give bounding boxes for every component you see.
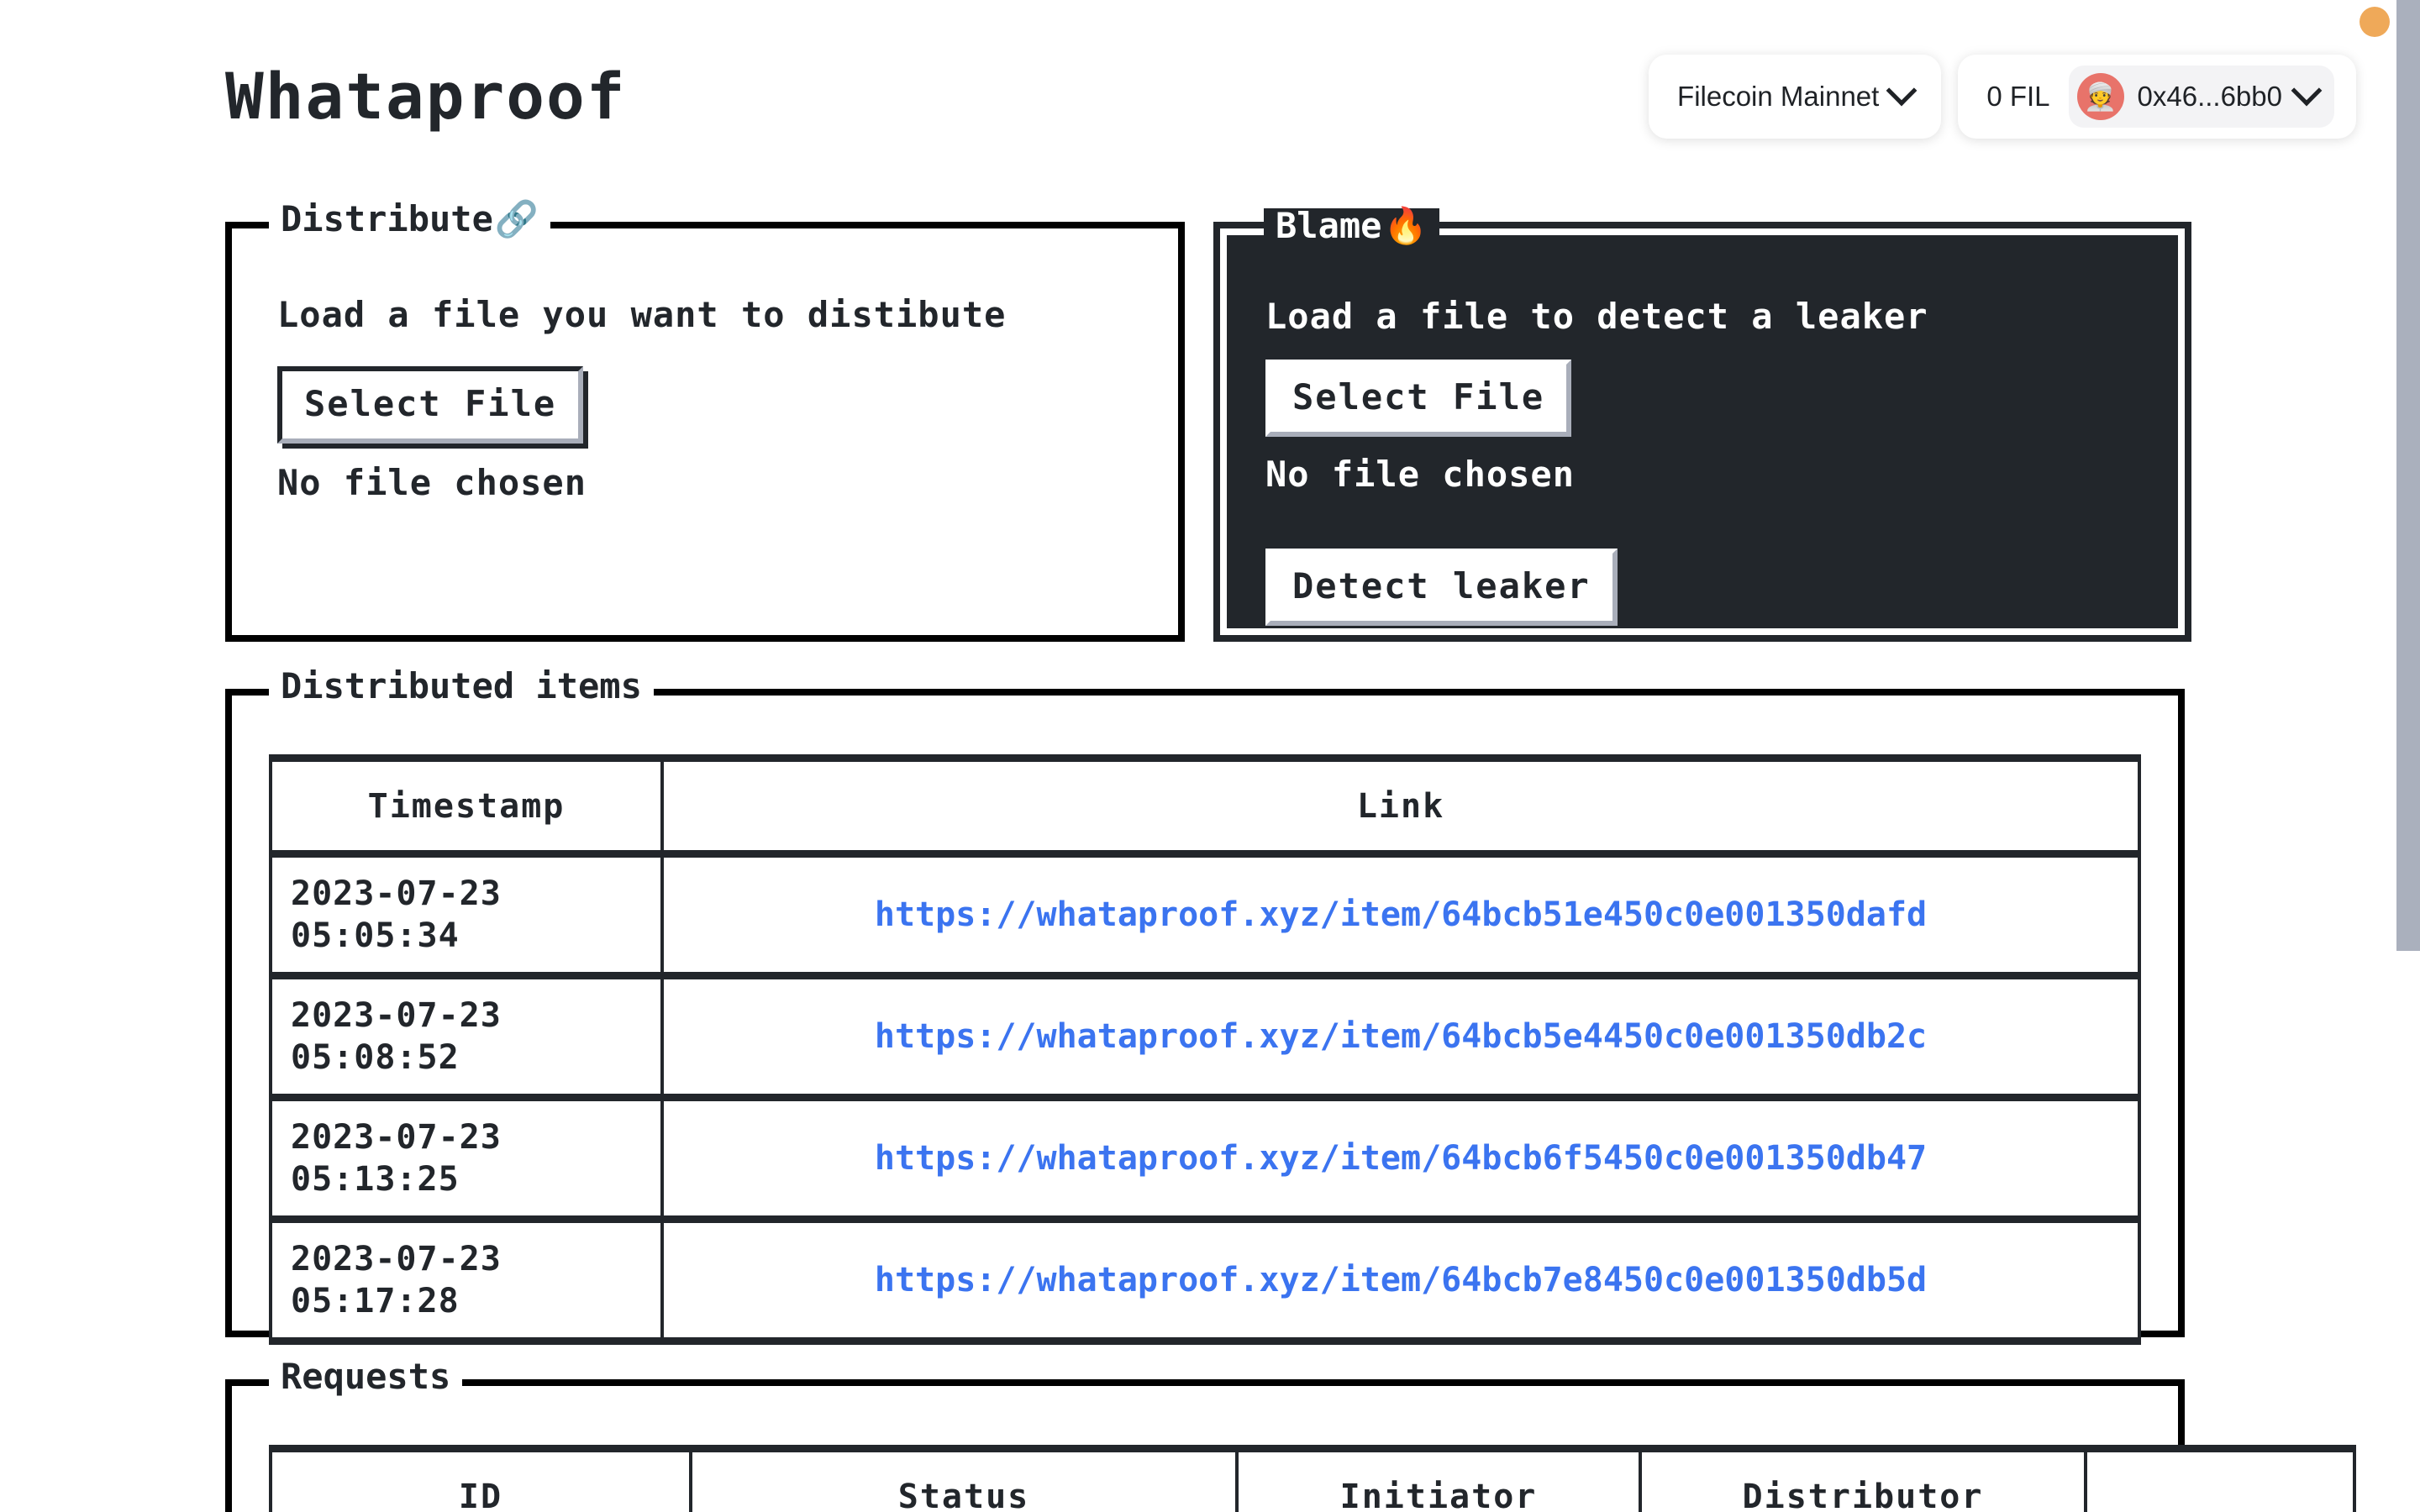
cell-link: https://whataproof.xyz/item/64bcb6f5450c… <box>660 1094 2141 1223</box>
blame-panel: Blame 🔥 Load a file to detect a leaker S… <box>1220 208 2185 635</box>
page-title: Whataproof <box>225 59 627 134</box>
cell-link: https://whataproof.xyz/item/64bcb7e8450c… <box>660 1215 2141 1345</box>
requests-panel: Requests ID Status Initiator Distributor <box>225 1359 2356 1512</box>
timestamp-time: 05:05:34 <box>291 916 460 955</box>
column-header-distributor: Distributor <box>1639 1445 2087 1512</box>
table-header-row: Timestamp Link <box>269 754 2141 858</box>
link-icon: 🔗 <box>494 198 539 239</box>
cell-timestamp: 2023-07-23 05:05:34 <box>269 850 664 979</box>
avatar-emoji-icon: 👳 <box>2083 81 2118 112</box>
distributed-items-table: Timestamp Link 2023-07-23 05:05:34 https:/… <box>269 754 2141 1345</box>
distribute-description: Load a file you want to distibute <box>277 294 1007 335</box>
blame-file-status: No file chosen <box>1265 453 1576 495</box>
table-row: 2023-07-23 05:13:25 https://whataproof.xyz… <box>269 1094 2141 1223</box>
distribute-panel: Distribute 🔗 Load a file you want to dis… <box>225 202 1185 642</box>
blame-select-file-button[interactable]: Select File <box>1265 359 1572 437</box>
timestamp-date: 2023-07-23 <box>291 996 502 1035</box>
cell-timestamp: 2023-07-23 05:08:52 <box>269 972 664 1101</box>
blame-description: Load a file to detect a leaker <box>1265 296 1928 337</box>
distributed-items-legend: Distributed items <box>269 669 654 704</box>
distribute-file-status: No file chosen <box>277 461 587 503</box>
column-header-link: Link <box>660 754 2141 858</box>
distribute-panel-legend-label: Distribute <box>281 198 493 239</box>
app-root: Whataproof Filecoin Mainnet 0 FIL 👳 0x46… <box>0 0 2420 1512</box>
distributed-items-table-wrap: Timestamp Link 2023-07-23 05:05:34 https:/… <box>232 696 2178 1368</box>
page-scrollbar-track[interactable] <box>2396 0 2420 1512</box>
timestamp-time: 05:08:52 <box>291 1038 460 1077</box>
requests-table: ID Status Initiator Distributor <box>269 1445 2356 1512</box>
wallet-balance: 0 FIL <box>1986 81 2050 112</box>
table-header-row: ID Status Initiator Distributor <box>269 1445 2356 1512</box>
notification-dot-icon <box>2360 7 2390 37</box>
item-link[interactable]: https://whataproof.xyz/item/64bcb5e4450c… <box>875 1017 1927 1056</box>
chevron-down-icon <box>2291 75 2323 107</box>
app-header: Whataproof Filecoin Mainnet 0 FIL 👳 0x46… <box>0 0 2396 193</box>
requests-table-wrap: ID Status Initiator Distributor <box>232 1386 2356 1512</box>
table-row: 2023-07-23 05:05:34 https://whataproof.xyz… <box>269 850 2141 979</box>
distribute-panel-legend: Distribute 🔗 <box>269 198 551 239</box>
timestamp-date: 2023-07-23 <box>291 874 502 913</box>
distributed-items-table-head: Timestamp Link <box>269 754 2141 858</box>
timestamp-time: 05:17:28 <box>291 1282 460 1320</box>
distribute-select-file-button[interactable]: Select File <box>277 365 584 444</box>
network-selector-label: Filecoin Mainnet <box>1677 81 1880 112</box>
item-link[interactable]: https://whataproof.xyz/item/64bcb6f5450c… <box>875 1139 1927 1178</box>
requests-table-head: ID Status Initiator Distributor <box>269 1445 2356 1512</box>
item-link[interactable]: https://whataproof.xyz/item/64bcb51e450c… <box>875 895 1927 934</box>
cell-timestamp: 2023-07-23 05:13:25 <box>269 1094 664 1223</box>
requests-legend: Requests <box>269 1359 463 1394</box>
account-button[interactable]: 👳 0x46...6bb0 <box>2068 66 2334 128</box>
avatar: 👳 <box>2076 73 2124 120</box>
chevron-down-icon <box>1886 75 1918 107</box>
timestamp-date: 2023-07-23 <box>291 1240 502 1278</box>
page-scrollbar-thumb[interactable] <box>2396 0 2420 951</box>
table-row: 2023-07-23 05:08:52 https://whataproof.xyz… <box>269 972 2141 1101</box>
distribute-panel-body: Load a file you want to distibute Select… <box>232 228 1178 537</box>
detect-leaker-button[interactable]: Detect leaker <box>1265 548 1618 627</box>
column-header-id: ID <box>269 1445 692 1512</box>
item-link[interactable]: https://whataproof.xyz/item/64bcb7e8450c… <box>875 1261 1927 1299</box>
timestamp-date: 2023-07-23 <box>291 1118 502 1157</box>
blame-panel-body: Load a file to detect a leaker Select Fi… <box>1227 235 2178 659</box>
header-actions: Filecoin Mainnet 0 FIL 👳 0x46...6bb0 <box>1649 55 2356 139</box>
timestamp-time: 05:13:25 <box>291 1160 460 1199</box>
account-panel: 0 FIL 👳 0x46...6bb0 <box>1958 55 2356 139</box>
cell-link: https://whataproof.xyz/item/64bcb51e450c… <box>660 850 2141 979</box>
distributed-items-panel: Distributed items Timestamp Link 2023-07… <box>225 669 2185 1345</box>
fire-icon: 🔥 <box>1383 205 1428 246</box>
blame-panel-legend: Blame 🔥 <box>1264 208 1439 244</box>
column-header-status: Status <box>689 1445 1239 1512</box>
column-header-initiator: Initiator <box>1235 1445 1642 1512</box>
distributed-items-table-body: 2023-07-23 05:05:34 https://whataproof.xyz… <box>269 850 2141 1345</box>
cell-link: https://whataproof.xyz/item/64bcb5e4450c… <box>660 972 2141 1101</box>
column-header-timestamp: Timestamp <box>269 754 664 858</box>
network-selector-button[interactable]: Filecoin Mainnet <box>1649 55 1942 139</box>
blame-panel-legend-label: Blame <box>1276 205 1382 246</box>
cell-timestamp: 2023-07-23 05:17:28 <box>269 1215 664 1345</box>
account-address-label: 0x46...6bb0 <box>2137 81 2282 112</box>
table-row: 2023-07-23 05:17:28 https://whataproof.xyz… <box>269 1215 2141 1345</box>
column-header-actions <box>2084 1445 2356 1512</box>
